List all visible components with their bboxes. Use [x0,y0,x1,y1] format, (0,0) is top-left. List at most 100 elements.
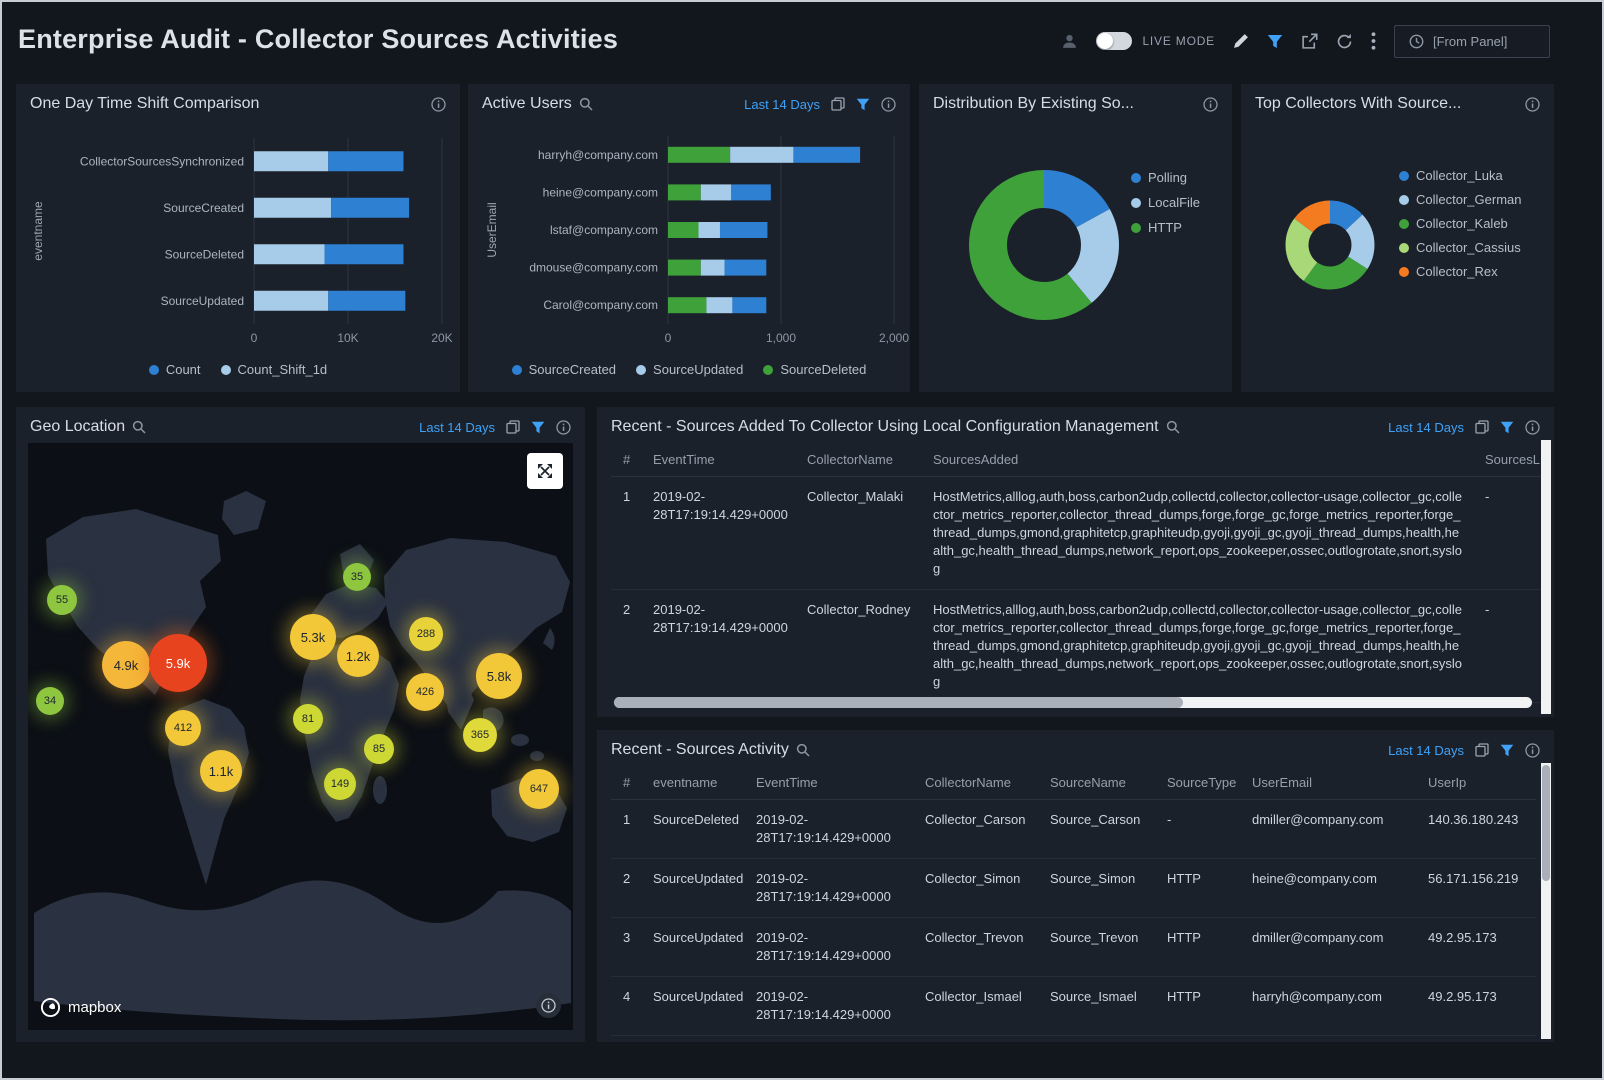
magnifier-icon[interactable] [579,97,593,111]
info-icon[interactable] [881,97,896,112]
legend-item[interactable]: Collector_Luka [1399,168,1522,183]
magnifier-icon[interactable] [132,420,146,434]
bar-segment[interactable] [731,184,771,200]
map-cluster-bubble[interactable]: 4.9k [102,641,150,689]
column-header[interactable]: EventTime [744,766,913,800]
map-cluster-bubble[interactable]: 35 [343,563,371,591]
column-header[interactable]: EventTime [641,443,795,477]
bar-segment[interactable] [732,297,766,313]
table-row[interactable]: 22019-02-28T17:19:14.429+0000Collector_R… [611,590,1550,703]
bar-segment[interactable] [730,147,793,163]
filter-funnel-icon[interactable] [1267,34,1283,49]
legend-item[interactable]: Collector_Kaleb [1399,216,1522,231]
filter-funnel-icon[interactable] [1500,744,1514,757]
bar-segment[interactable] [328,291,405,311]
bar-segment[interactable] [254,291,328,311]
global-time-range-selector[interactable]: [From Panel] [1394,25,1550,58]
column-header[interactable]: SourceName [1038,766,1155,800]
bar-segment[interactable] [254,244,325,264]
map-cluster-bubble[interactable]: 149 [324,768,356,800]
legend-item[interactable]: Count_Shift_1d [221,362,328,377]
magnifier-icon[interactable] [796,743,810,757]
map-cluster-bubble[interactable]: 5.9k [149,634,207,692]
bar-segment[interactable] [668,260,701,276]
legend-item[interactable]: Collector_Rex [1399,264,1522,279]
copy-icon[interactable] [1475,420,1489,434]
legend-item[interactable]: SourceUpdated [636,362,743,377]
filter-funnel-icon[interactable] [1500,421,1514,434]
bar-segment[interactable] [706,297,732,313]
map-cluster-bubble[interactable]: 1.2k [337,635,379,677]
copy-icon[interactable] [831,97,845,111]
filter-funnel-icon[interactable] [531,421,545,434]
bar-segment[interactable] [668,184,701,200]
edit-pencil-icon[interactable] [1233,33,1249,49]
column-header[interactable]: CollectorName [795,443,921,477]
scrollbar-thumb[interactable] [614,697,1183,708]
map-cluster-bubble[interactable]: 34 [36,687,64,715]
vertical-scrollbar[interactable] [1541,763,1551,1039]
info-icon[interactable] [1525,97,1540,112]
legend-item[interactable]: HTTP [1131,220,1200,235]
map-cluster-bubble[interactable]: 1.1k [200,750,242,792]
info-icon[interactable] [556,420,571,435]
column-header[interactable]: eventname [641,766,744,800]
info-icon[interactable] [431,97,446,112]
info-icon[interactable] [1525,743,1540,758]
map-cluster-bubble[interactable]: 365 [463,718,497,752]
magnifier-icon[interactable] [1166,420,1180,434]
map-cluster-bubble[interactable]: 647 [519,769,559,809]
mapbox-logo[interactable]: mapbox [40,997,121,1018]
bar-segment[interactable] [328,151,403,171]
horizontal-scrollbar[interactable] [614,697,1532,708]
bar-segment[interactable] [720,222,767,238]
map-cluster-bubble[interactable]: 412 [165,710,201,746]
info-icon[interactable] [1203,97,1218,112]
map-cluster-bubble[interactable]: 81 [293,704,323,734]
geo-map[interactable]: 55 34 4.9k5.9k 412 1.1k 355.3k1.2k 288 81 426 85 1… [28,443,573,1030]
column-header[interactable]: UserIp [1416,766,1536,800]
map-cluster-bubble[interactable]: 5.3k [290,614,336,660]
filter-funnel-icon[interactable] [856,98,870,111]
bar-segment[interactable] [325,244,404,264]
scrollbar-thumb[interactable] [1542,765,1550,881]
column-header[interactable]: # [611,766,641,800]
bar-segment[interactable] [254,151,328,171]
legend-item[interactable]: SourceDeleted [763,362,866,377]
table-row[interactable]: 3SourceUpdated2019-02-28T17:19:14.429+00… [611,918,1536,977]
bar-segment[interactable] [668,222,699,238]
bar-segment[interactable] [254,198,331,218]
map-attribution-info-icon[interactable] [536,993,561,1018]
legend-item[interactable]: Count [149,362,201,377]
map-cluster-bubble[interactable]: 288 [409,617,443,651]
legend-item[interactable]: LocalFile [1131,195,1200,210]
bar-segment[interactable] [701,260,725,276]
bar-segment[interactable] [668,147,730,163]
vertical-scrollbar[interactable] [1541,440,1551,714]
bar-segment[interactable] [668,297,706,313]
time-range-link[interactable]: Last 14 Days [1388,743,1464,758]
legend-item[interactable]: Collector_Cassius [1399,240,1522,255]
legend-item[interactable]: SourceCreated [512,362,616,377]
column-header[interactable]: UserEmail [1240,766,1416,800]
table-row[interactable]: 5SourceDeleted2019-02-28T17:19:14.429+00… [611,1036,1536,1043]
copy-icon[interactable] [506,420,520,434]
table-row[interactable]: 2SourceUpdated2019-02-28T17:19:14.429+00… [611,859,1536,918]
copy-icon[interactable] [1475,743,1489,757]
column-header[interactable]: # [611,443,641,477]
map-cluster-bubble[interactable]: 5.8k [476,653,522,699]
legend-item[interactable]: Polling [1131,170,1200,185]
legend-item[interactable]: Collector_German [1399,192,1522,207]
map-cluster-bubble[interactable]: 85 [364,734,394,764]
column-header[interactable]: SourceType [1155,766,1240,800]
map-cluster-bubble[interactable]: 55 [47,585,77,615]
info-icon[interactable] [1525,420,1540,435]
more-options-kebab-icon[interactable] [1371,32,1376,50]
bar-segment[interactable] [699,222,720,238]
time-range-link[interactable]: Last 14 Days [419,420,495,435]
table-row[interactable]: 1SourceDeleted2019-02-28T17:19:14.429+00… [611,800,1536,859]
live-mode-toggle[interactable] [1096,32,1132,50]
bar-segment[interactable] [725,260,767,276]
column-header[interactable]: SourcesL [1473,443,1550,477]
map-cluster-bubble[interactable]: 426 [406,673,444,711]
